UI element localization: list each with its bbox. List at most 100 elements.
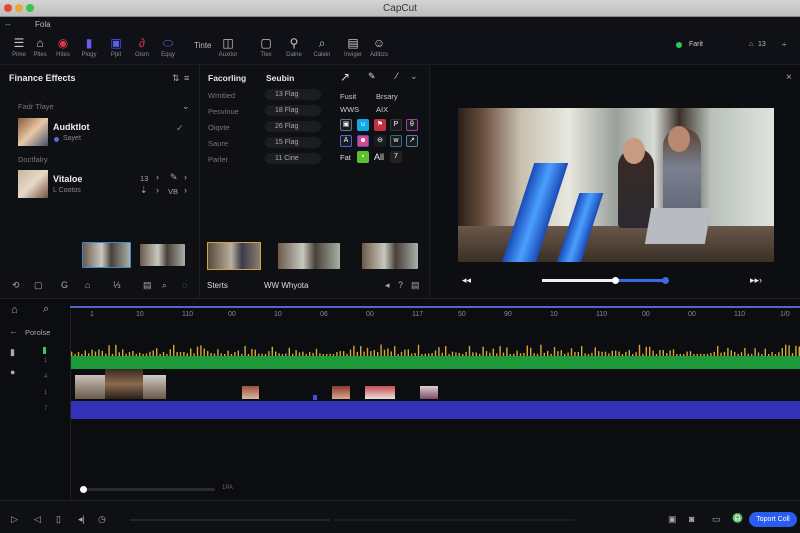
bell-icon[interactable]: ⌂: [85, 280, 90, 290]
export-button[interactable]: Toport Coll: [749, 512, 797, 527]
clip-thumbnail[interactable]: [362, 243, 418, 269]
toolbar-panel-button[interactable]: ◫ Auxtior: [213, 36, 243, 58]
media-icon[interactable]: ▤: [143, 280, 152, 291]
previous-icon[interactable]: ◁: [34, 514, 41, 525]
video-clip[interactable]: [332, 386, 350, 399]
chevron-down-icon[interactable]: ⌄: [410, 71, 418, 82]
notification-icon[interactable]: ⌂: [749, 41, 753, 48]
settings-icon[interactable]: ÷: [782, 40, 786, 49]
chevron-down-icon[interactable]: ⌄: [182, 101, 190, 112]
lock-icon[interactable]: ⊖: [374, 135, 386, 147]
toolbar-pin-button[interactable]: ⚲ Dalne: [279, 36, 309, 58]
help-icon[interactable]: ?: [398, 280, 403, 290]
arrow-icon[interactable]: ↔: [4, 19, 12, 28]
rewind-icon[interactable]: ◂◂: [462, 275, 471, 286]
image-icon[interactable]: ▣: [340, 119, 352, 131]
app-icon[interactable]: u: [357, 119, 369, 131]
video-preview[interactable]: [458, 108, 774, 262]
toolbar-tag-button[interactable]: ⬭ Eqqy: [153, 36, 183, 58]
app-icon[interactable]: P: [390, 119, 402, 131]
split-icon[interactable]: ⅓: [113, 280, 121, 290]
fast-forward-icon[interactable]: ▸▸›: [750, 275, 762, 286]
zoom-slider[interactable]: [80, 486, 215, 493]
ruler-tick: 00: [688, 311, 696, 318]
property-value[interactable]: 26 Flag: [265, 121, 321, 132]
properties-panel: Facorling Seubin ↗ ✎ ⁄ ⌄ Fusit Brsary WW…: [200, 65, 430, 298]
audio-track-clip[interactable]: [71, 356, 800, 369]
brush-icon[interactable]: ⁄: [396, 71, 398, 81]
video-clip[interactable]: [75, 375, 106, 399]
search-icon[interactable]: ⌕: [43, 303, 49, 316]
grid-icon[interactable]: ▣: [668, 514, 677, 525]
database-icon[interactable]: ◙: [689, 514, 694, 524]
phone-icon[interactable]: ▮: [10, 347, 15, 358]
toolbar-bars-button[interactable]: ▮ Plogy: [74, 36, 104, 58]
tag[interactable]: WWS: [340, 105, 359, 114]
chevron-right-icon[interactable]: ›: [156, 185, 159, 195]
clip-thumbnail[interactable]: [82, 242, 131, 268]
playback-slider[interactable]: [542, 277, 669, 284]
tag[interactable]: AIX: [376, 105, 388, 114]
toolbar-search-button[interactable]: ⌕ Calein: [307, 36, 337, 58]
filter-icon[interactable]: ≡: [184, 73, 189, 83]
play-icon[interactable]: ▷: [11, 514, 18, 525]
clipboard-icon[interactable]: ▯: [56, 514, 61, 525]
edit-icon[interactable]: ✎: [170, 172, 178, 183]
reorder-icon[interactable]: ⇣: [140, 185, 148, 196]
count-badge[interactable]: 7: [390, 151, 402, 163]
bell-icon[interactable]: ♎: [732, 513, 743, 524]
effect-thumbnail[interactable]: [18, 170, 48, 198]
clock-icon[interactable]: ◷: [98, 514, 106, 525]
back-arrow-icon[interactable]: ←: [9, 326, 18, 336]
arrow-up-right-icon[interactable]: ↗: [340, 70, 350, 84]
property-value[interactable]: 15 Flag: [265, 137, 321, 148]
copy-icon[interactable]: ▢: [34, 280, 43, 291]
tag[interactable]: All: [374, 152, 384, 162]
volume-icon[interactable]: ◂|: [78, 514, 85, 525]
overlay-track-clip[interactable]: [71, 401, 800, 419]
app-icon[interactable]: θ: [406, 119, 418, 131]
zoom-icon[interactable]: ⌕: [162, 280, 167, 291]
waveform-bar: [788, 345, 790, 356]
tag[interactable]: Fat: [340, 153, 351, 162]
property-value[interactable]: 13 Flag: [265, 89, 321, 100]
menu-item-file[interactable]: Fola: [35, 20, 51, 29]
pen-icon[interactable]: ✎: [368, 71, 376, 82]
close-icon[interactable]: ×: [786, 72, 792, 83]
home-icon[interactable]: ⌂: [11, 304, 18, 316]
loop-icon[interactable]: ◌: [182, 280, 187, 290]
sticker-icon[interactable]: ☻: [357, 135, 369, 147]
sort-icon[interactable]: ⇅: [172, 73, 180, 84]
effect-thumbnail[interactable]: [18, 118, 48, 146]
property-value[interactable]: 18 Flag: [265, 105, 321, 116]
video-clip[interactable]: [105, 369, 143, 399]
clip-thumbnail-selected[interactable]: [207, 242, 261, 270]
property-value[interactable]: 11 Cine: [265, 153, 321, 164]
track-group-label[interactable]: Porolse: [25, 328, 50, 337]
chevron-right-icon[interactable]: ›: [184, 185, 187, 195]
toolbar-smiley-button[interactable]: ☺ Adibzs: [364, 36, 394, 58]
undo-icon[interactable]: ⟲: [12, 280, 20, 291]
chat-icon[interactable]: ●: [10, 367, 15, 377]
app-icon[interactable]: ▪: [357, 151, 369, 163]
window-icon[interactable]: ▭: [712, 514, 721, 525]
video-clip[interactable]: [420, 386, 438, 399]
back-icon[interactable]: ◂: [385, 280, 390, 291]
app-icon[interactable]: w: [390, 135, 402, 147]
text-icon[interactable]: A: [340, 135, 352, 147]
chevron-right-icon[interactable]: ›: [184, 172, 187, 182]
transition-icon[interactable]: ↗: [406, 135, 418, 147]
chevron-right-icon[interactable]: ›: [156, 172, 159, 182]
tag[interactable]: Brsary: [376, 92, 398, 101]
video-clip[interactable]: [242, 386, 259, 399]
timeline-scrubber[interactable]: [70, 306, 800, 308]
group-icon[interactable]: G: [61, 280, 68, 290]
layout-icon[interactable]: ▤: [411, 280, 420, 291]
video-clip[interactable]: [365, 386, 395, 399]
tag[interactable]: Fusit: [340, 92, 356, 101]
toolbar-folder-button[interactable]: ▢ Tlex: [251, 36, 281, 58]
clip-thumbnail[interactable]: [140, 244, 185, 266]
clip-thumbnail[interactable]: [278, 243, 340, 269]
app-icon[interactable]: ⚑: [374, 119, 386, 131]
video-clip[interactable]: [143, 375, 166, 399]
